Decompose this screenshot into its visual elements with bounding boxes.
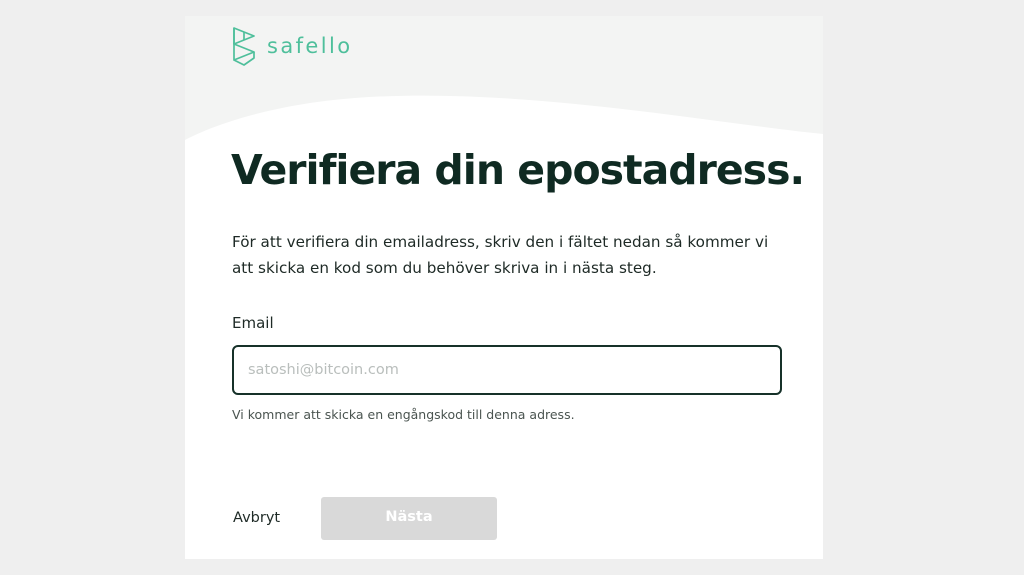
safello-logo-icon [233, 27, 255, 66]
safello-logo-text: safello [267, 34, 353, 58]
email-input[interactable] [232, 345, 782, 395]
page-description: För att verifiera din emailadress, skriv… [232, 233, 769, 277]
safello-logo[interactable]: safello [231, 27, 352, 67]
verification-card: safello Verifiera din epostadress. För a… [185, 16, 823, 559]
next-button[interactable]: Nästa [321, 497, 497, 540]
page-title: Verifiera din epostadress. [231, 146, 805, 194]
cancel-link[interactable]: Avbryt [233, 510, 280, 526]
email-hint-text: Vi kommer att skicka en engångskod till … [232, 407, 575, 422]
email-label: Email [232, 314, 274, 332]
